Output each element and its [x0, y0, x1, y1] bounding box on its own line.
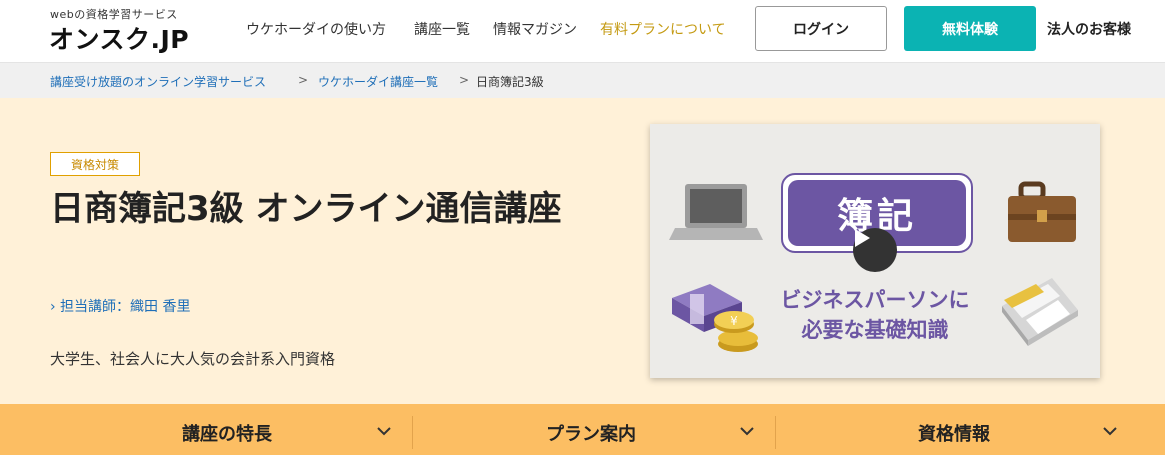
breadcrumb-home[interactable]: 講座受け放題のオンライン学習サービス [50, 73, 266, 90]
category-badge: 資格対策 [50, 152, 140, 176]
course-lead: 大学生、社会人に大人気の会計系入門資格 [50, 350, 336, 368]
hero-section: 資格対策 日商簿記3級 オンライン通信講座 › 担当講師：織田 香里 大学生、社… [0, 98, 1165, 404]
lecturer-link[interactable]: › 担当講師：織田 香里 [50, 296, 191, 316]
tab-label: 講座の特長 [182, 424, 272, 445]
svg-text:¥: ¥ [730, 314, 738, 328]
section-tabs: 講座の特長 プラン案内 資格情報 [0, 404, 1165, 455]
nav-magazine[interactable]: 情報マガジン [493, 19, 577, 39]
calculator-icon [1002, 278, 1078, 346]
tab-label: 資格情報 [918, 424, 990, 445]
corporate-link[interactable]: 法人のお客様 [1047, 19, 1131, 39]
tab-label: プラン案内 [546, 424, 636, 445]
tab-qualification-info[interactable]: 資格情報 [776, 404, 1165, 455]
site-header: webの資格学習サービス オンスク.JP ウケホーダイの使い方 講座一覧 情報マ… [0, 0, 1165, 62]
video-caption-line2: 必要な基礎知識 [801, 318, 949, 342]
play-icon [855, 229, 870, 247]
free-trial-button[interactable]: 無料体験 [904, 6, 1036, 51]
breadcrumb-current: 日商簿記3級 [476, 75, 544, 89]
laptop-icon [669, 184, 763, 240]
chevron-down-icon [1103, 427, 1117, 436]
breadcrumb-course-list[interactable]: ウケホーダイ講座一覧 [318, 73, 438, 90]
nav-how-to-use[interactable]: ウケホーダイの使い方 [246, 19, 386, 39]
chevron-down-icon [377, 427, 391, 436]
login-button[interactable]: ログイン [755, 6, 887, 51]
site-logo[interactable]: オンスク.JP [49, 20, 189, 56]
breadcrumb: 講座受け放題のオンライン学習サービス > ウケホーダイ講座一覧 > 日商簿記3級 [0, 62, 1165, 98]
tab-features[interactable]: 講座の特長 [0, 404, 412, 455]
video-thumbnail[interactable]: ¥ 簿記 ビジネスパーソンに 必要な基礎知識 [650, 124, 1100, 378]
nav-course-list[interactable]: 講座一覧 [414, 19, 470, 39]
tab-plans[interactable]: プラン案内 [413, 404, 775, 455]
money-stack-icon: ¥ [672, 284, 758, 352]
play-button[interactable] [853, 228, 897, 272]
briefcase-icon [1008, 181, 1076, 242]
page-title: 日商簿記3級 オンライン通信講座 [50, 189, 562, 229]
breadcrumb-separator: > [298, 73, 309, 87]
breadcrumb-separator: > [459, 73, 470, 87]
video-caption-line1: ビジネスパーソンに [780, 288, 970, 312]
chevron-down-icon [740, 427, 754, 436]
nav-paid-plan[interactable]: 有料プランについて [600, 19, 726, 39]
